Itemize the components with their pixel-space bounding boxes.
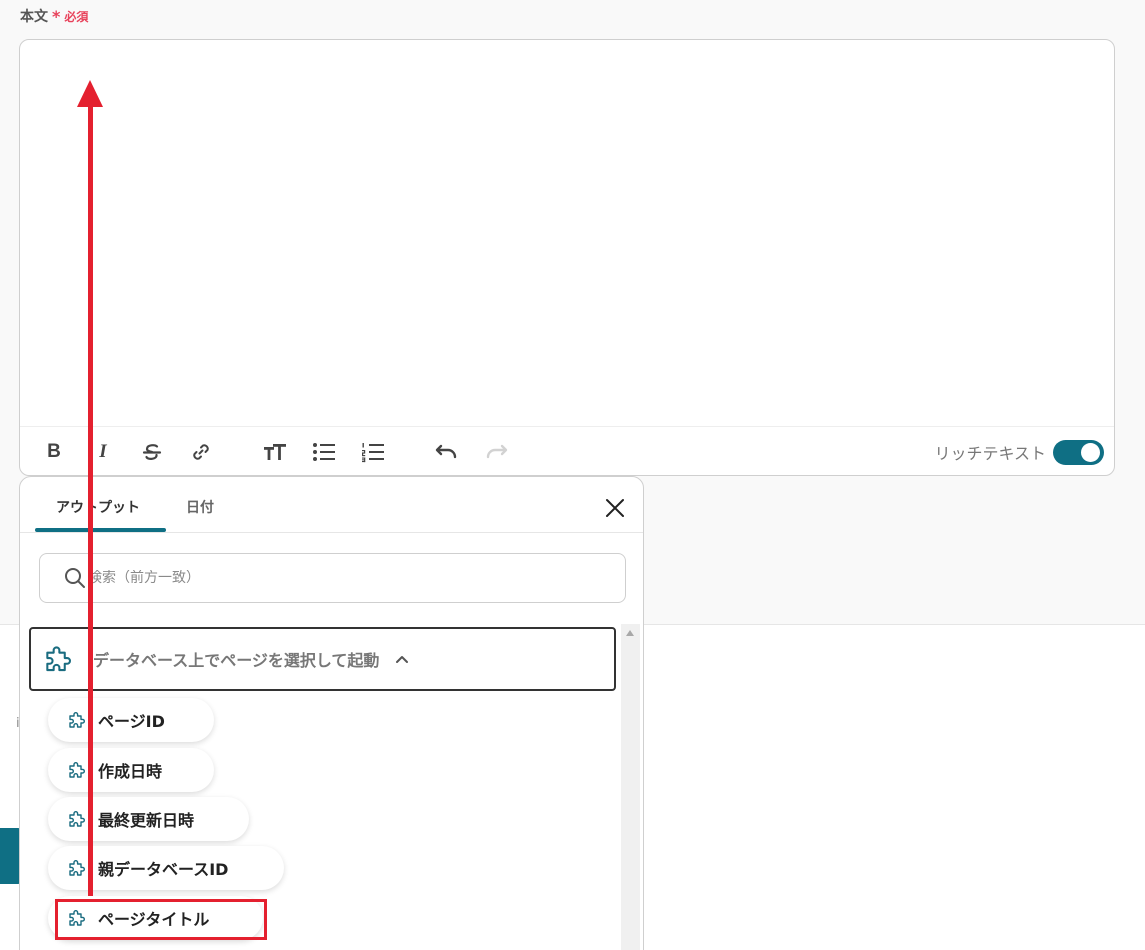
search-box (39, 553, 626, 603)
group-label: データベース上でページを選択して起動 (93, 651, 380, 670)
chip-label: ページID (98, 712, 165, 731)
redo-icon (486, 444, 508, 459)
panel-tabs: アウトプット 日付 (20, 477, 643, 533)
text-size-icon (264, 444, 286, 460)
body-editor: B I リッチテキスト (19, 39, 1115, 476)
chip-label: 最終更新日時 (98, 811, 195, 830)
redo-button[interactable] (481, 437, 511, 467)
required-text: 必須 (64, 9, 89, 24)
toggle-knob (1081, 443, 1100, 462)
text-size-button[interactable] (260, 437, 290, 467)
numbered-list-button[interactable] (358, 437, 388, 467)
rich-text-toggle[interactable] (1053, 440, 1104, 465)
search-icon (65, 568, 85, 588)
puzzle-icon (69, 762, 85, 778)
puzzle-icon (69, 811, 85, 827)
chip-label: 親データベースID (98, 860, 229, 879)
rich-text-label: リッチテキスト (934, 444, 1046, 463)
annotation-arrow-line (88, 104, 93, 896)
numbered-list-icon (362, 443, 384, 463)
editor-toolbar: B I リッチテキスト (20, 426, 1114, 476)
undo-icon (435, 444, 457, 459)
scrollbar[interactable] (621, 624, 640, 950)
annotation-arrow-head-icon (77, 80, 103, 107)
bullet-list-button[interactable] (309, 437, 339, 467)
required-star: * (52, 6, 61, 26)
close-button[interactable] (604, 497, 626, 519)
chip-label: 作成日時 (98, 762, 163, 781)
trigger-group-header[interactable]: データベース上でページを選択して起動 (29, 627, 616, 691)
active-tab-indicator (35, 528, 166, 532)
puzzle-icon (69, 860, 85, 876)
puzzle-icon (46, 646, 71, 672)
close-icon (606, 499, 624, 517)
link-button[interactable] (186, 437, 216, 467)
italic-icon: I (99, 441, 107, 462)
search-input[interactable] (88, 570, 608, 586)
tab-date[interactable]: 日付 (186, 497, 214, 517)
scroll-up-arrow-icon[interactable] (626, 630, 634, 636)
bold-icon: B (47, 441, 61, 462)
output-chip-page-id[interactable]: ページID (48, 698, 214, 742)
link-icon (193, 444, 209, 460)
field-label-text: 本文 (20, 9, 48, 25)
puzzle-icon (69, 712, 85, 728)
bullet-list-icon (313, 443, 335, 461)
bold-button[interactable]: B (39, 437, 69, 467)
output-chip-last-updated[interactable]: 最終更新日時 (48, 797, 249, 841)
tab-output[interactable]: アウトプット (56, 497, 140, 517)
output-chip-created-at[interactable]: 作成日時 (48, 748, 214, 792)
editor-text-area[interactable] (20, 40, 1114, 426)
undo-button[interactable] (432, 437, 462, 467)
chevron-up-icon (396, 656, 409, 663)
field-label: 本文 * 必須 (20, 6, 88, 26)
annotation-highlight-box (55, 899, 267, 940)
output-chip-parent-db-id[interactable]: 親データベースID (48, 846, 284, 890)
strikethrough-icon (142, 444, 162, 460)
strikethrough-button[interactable] (137, 437, 167, 467)
